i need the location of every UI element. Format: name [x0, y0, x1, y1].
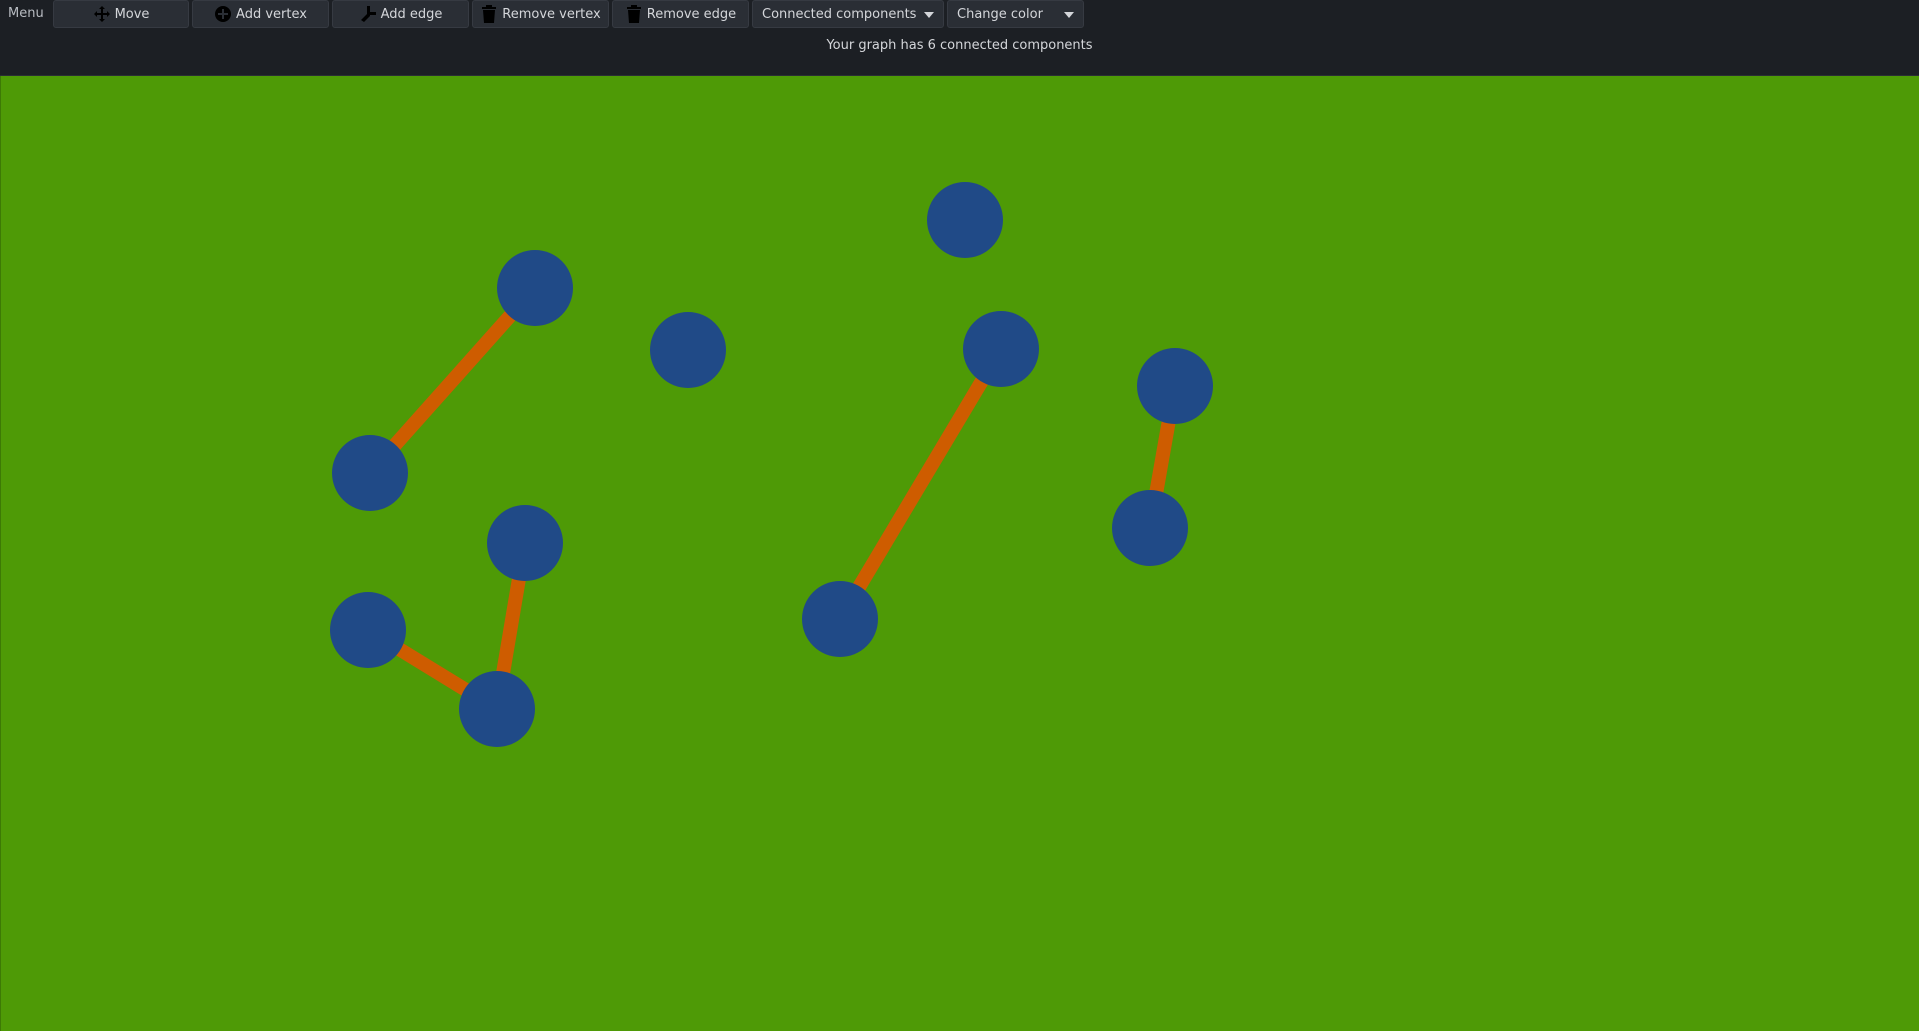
add-vertex-label: Add vertex	[236, 6, 307, 22]
graph-edge[interactable]	[833, 342, 1008, 626]
graph-vertex[interactable]	[332, 435, 408, 511]
remove-edge-label: Remove edge	[646, 6, 737, 22]
graph-vertex[interactable]	[650, 312, 726, 388]
change-color-select[interactable]: Change color	[947, 0, 1084, 28]
add-vertex-button[interactable]: Add vertex	[192, 0, 329, 28]
graph-vertex[interactable]	[963, 311, 1039, 387]
graph-vertex[interactable]	[487, 505, 563, 581]
trash-icon	[480, 5, 498, 23]
plus-circle-icon	[214, 5, 232, 23]
move-label: Move	[114, 6, 150, 22]
status-message: Your graph has 6 connected components	[826, 38, 1093, 53]
add-edge-label: Add edge	[380, 6, 443, 22]
graph-vertex[interactable]	[1112, 490, 1188, 566]
graph-vertex[interactable]	[459, 671, 535, 747]
toolbar: Menu Move Add vertex Add edge Remove ver…	[0, 0, 1919, 76]
remove-vertex-button[interactable]: Remove vertex	[472, 0, 609, 28]
graph-canvas[interactable]	[0, 76, 1919, 1031]
vertices	[330, 182, 1213, 747]
edges	[361, 281, 1182, 716]
trash-icon	[625, 5, 643, 23]
remove-vertex-label: Remove vertex	[502, 6, 601, 22]
add-edge-button[interactable]: Add edge	[332, 0, 469, 28]
change-color-select-value: Change color	[957, 6, 1043, 22]
menu-button[interactable]: Menu	[8, 6, 44, 22]
move-button[interactable]: Move	[53, 0, 189, 28]
graph-vertex[interactable]	[927, 182, 1003, 258]
chevron-down-icon	[924, 12, 934, 18]
algorithm-select-value: Connected components	[762, 6, 917, 22]
remove-edge-button[interactable]: Remove edge	[612, 0, 749, 28]
algorithm-select[interactable]: Connected components	[752, 0, 944, 28]
move-arrows-icon	[93, 5, 111, 23]
graph-vertex[interactable]	[1137, 348, 1213, 424]
graph-vertex[interactable]	[802, 581, 878, 657]
graph-vertex[interactable]	[497, 250, 573, 326]
graph-vertex[interactable]	[330, 592, 406, 668]
chevron-down-icon	[1064, 12, 1074, 18]
edge-plus-icon	[359, 5, 377, 23]
graph-drawing[interactable]	[1, 76, 1919, 1031]
